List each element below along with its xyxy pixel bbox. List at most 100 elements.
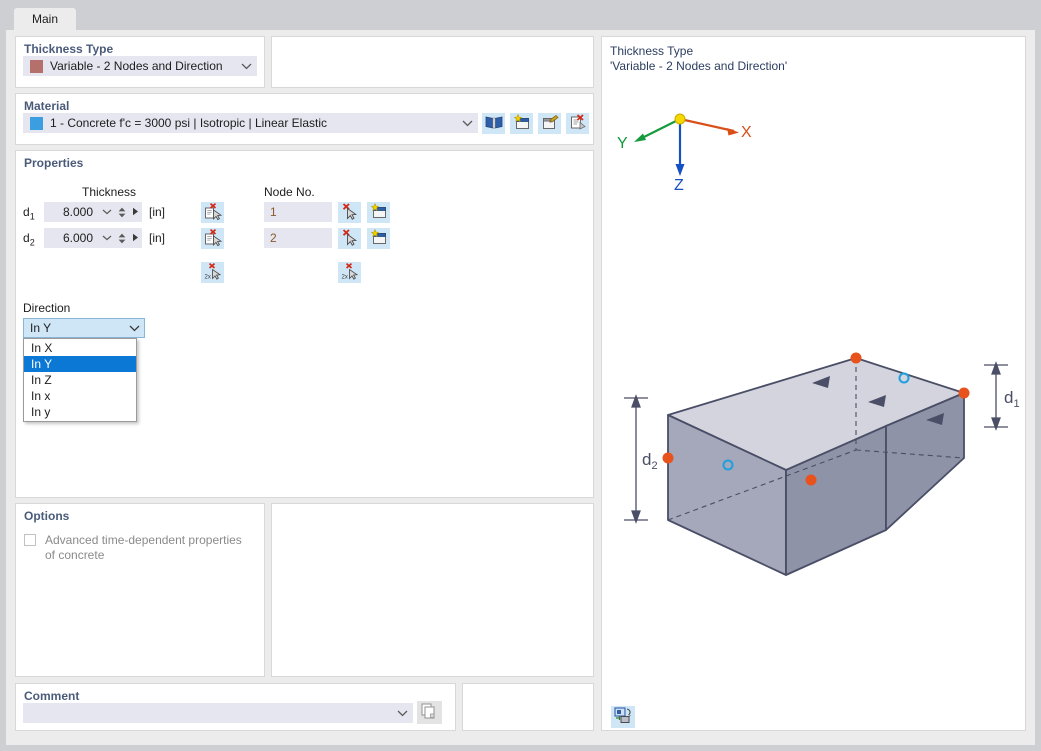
d1-unit: [in] — [149, 205, 165, 219]
node-marker — [959, 388, 970, 399]
node-marker — [851, 353, 862, 364]
preview-title-line1: Thickness Type — [610, 44, 693, 58]
advanced-concrete-checkbox[interactable] — [24, 534, 36, 546]
dialog-window: Main Thickness Type Variable - 2 Nodes a… — [0, 0, 1041, 751]
direction-option-in-y[interactable]: In Y — [24, 356, 136, 372]
chevron-down-icon — [236, 63, 256, 70]
material-color-swatch — [30, 117, 43, 130]
copy-pages-icon — [421, 703, 438, 722]
node-pick-two-button[interactable]: 2x — [338, 262, 361, 283]
thickness-type-side-panel — [271, 36, 594, 88]
axis-triad: X Y Z — [610, 85, 750, 190]
comment-copy-button[interactable] — [417, 701, 442, 724]
direction-option-in-z[interactable]: In Z — [24, 372, 136, 388]
thickness-3d-diagram: d1 d2 — [616, 330, 1021, 580]
advanced-concrete-checkbox-row[interactable]: Advanced time-dependent properties of co… — [24, 533, 252, 563]
axis-y-label: Y — [617, 135, 628, 152]
chevron-down-icon — [457, 120, 477, 127]
direction-option-list[interactable]: In X In Y In Z In x In y — [23, 338, 137, 422]
advanced-concrete-label: Advanced time-dependent properties of co… — [45, 533, 252, 563]
svg-text:2x: 2x — [204, 274, 210, 280]
node-marker — [806, 475, 817, 486]
pick-document-icon — [204, 229, 222, 249]
d1-apply-arrow-icon[interactable] — [128, 205, 142, 219]
d1-dimension-label: d1 — [1004, 388, 1020, 410]
d2-thickness-value: 6.000 — [44, 231, 99, 245]
svg-text:2x: 2x — [341, 274, 347, 280]
comment-title: Comment — [24, 689, 79, 703]
delete-document-icon — [569, 114, 587, 133]
thickness-type-title: Thickness Type — [24, 42, 113, 56]
direction-label: Direction — [23, 301, 70, 315]
d1-spinner[interactable] — [115, 202, 128, 222]
direction-option-in-x[interactable]: In X — [24, 340, 136, 356]
preview-title-line2: 'Variable - 2 Nodes and Direction' — [610, 59, 787, 74]
d2-dimension-label: d2 — [642, 450, 658, 472]
thickness-column-header: Thickness — [82, 185, 136, 199]
material-combo[interactable]: 1 - Concrete f'c = 3000 psi | Isotropic … — [23, 113, 478, 133]
node2-field[interactable]: 2 — [264, 228, 332, 248]
material-delete-button[interactable] — [566, 113, 589, 134]
axis-x-label: X — [741, 124, 752, 141]
node2-new-button[interactable] — [367, 228, 390, 249]
pick-node-icon — [341, 203, 359, 223]
direction-option-in-y-lower[interactable]: In y — [24, 404, 136, 420]
thickness-type-combo[interactable]: Variable - 2 Nodes and Direction — [23, 56, 257, 76]
new-node-icon — [370, 203, 388, 222]
material-edit-button[interactable] — [538, 113, 561, 134]
thickness-type-color-swatch — [30, 60, 43, 73]
material-value: 1 - Concrete f'c = 3000 psi | Isotropic … — [50, 116, 457, 130]
book-icon — [485, 115, 503, 132]
comment-side-panel — [462, 683, 594, 731]
export-image-icon — [614, 707, 633, 727]
d1-pick-button[interactable] — [201, 202, 224, 223]
tab-main[interactable]: Main — [14, 8, 76, 30]
options-side-panel — [271, 503, 594, 677]
preview-export-button[interactable] — [611, 706, 635, 728]
new-node-icon — [370, 229, 388, 248]
node2-pick-button[interactable] — [338, 228, 361, 249]
d2-label-text: d — [23, 231, 30, 245]
d2-label-sub: 2 — [30, 237, 35, 247]
node1-new-button[interactable] — [367, 202, 390, 223]
d1-label-text: d — [23, 205, 30, 219]
material-new-button[interactable] — [510, 113, 533, 134]
d2-pick-button[interactable] — [201, 228, 224, 249]
edit-window-icon — [541, 114, 559, 133]
options-group: Options — [15, 503, 265, 677]
chevron-down-icon — [124, 325, 144, 332]
node1-field[interactable]: 1 — [264, 202, 332, 222]
d2-thickness-field[interactable]: 6.000 — [44, 228, 142, 248]
d2-label: d2 — [23, 231, 35, 247]
node2-value: 2 — [270, 231, 277, 245]
d1-thickness-field[interactable]: 8.000 — [44, 202, 142, 222]
d1-label-sub: 1 — [30, 211, 35, 221]
comment-combo[interactable] — [23, 703, 413, 723]
d2-spinner[interactable] — [115, 228, 128, 248]
direction-combo[interactable]: In Y — [23, 318, 145, 338]
chevron-down-icon[interactable] — [99, 235, 115, 241]
tab-main-label: Main — [32, 12, 58, 26]
thickness-type-value: Variable - 2 Nodes and Direction — [50, 59, 236, 73]
material-library-button[interactable] — [482, 113, 505, 134]
node1-pick-button[interactable] — [338, 202, 361, 223]
node-marker — [663, 453, 674, 464]
direction-value: In Y — [30, 321, 124, 335]
pick-two-document-icon: 2x — [204, 263, 222, 283]
node-column-header: Node No. — [264, 185, 315, 199]
d1-label: d1 — [23, 205, 35, 221]
material-title: Material — [24, 99, 69, 113]
options-title: Options — [24, 509, 69, 523]
properties-title: Properties — [24, 156, 83, 170]
node1-value: 1 — [270, 205, 277, 219]
axis-z-label: Z — [674, 177, 684, 194]
tab-strip: Main — [0, 0, 1041, 30]
thickness-pick-two-button[interactable]: 2x — [201, 262, 224, 283]
preview-title: Thickness Type 'Variable - 2 Nodes and D… — [610, 44, 787, 74]
pick-document-icon — [204, 203, 222, 223]
d2-unit: [in] — [149, 231, 165, 245]
d2-apply-arrow-icon[interactable] — [128, 231, 142, 245]
pick-two-node-icon: 2x — [341, 263, 359, 283]
direction-option-in-x-lower[interactable]: In x — [24, 388, 136, 404]
chevron-down-icon[interactable] — [99, 209, 115, 215]
